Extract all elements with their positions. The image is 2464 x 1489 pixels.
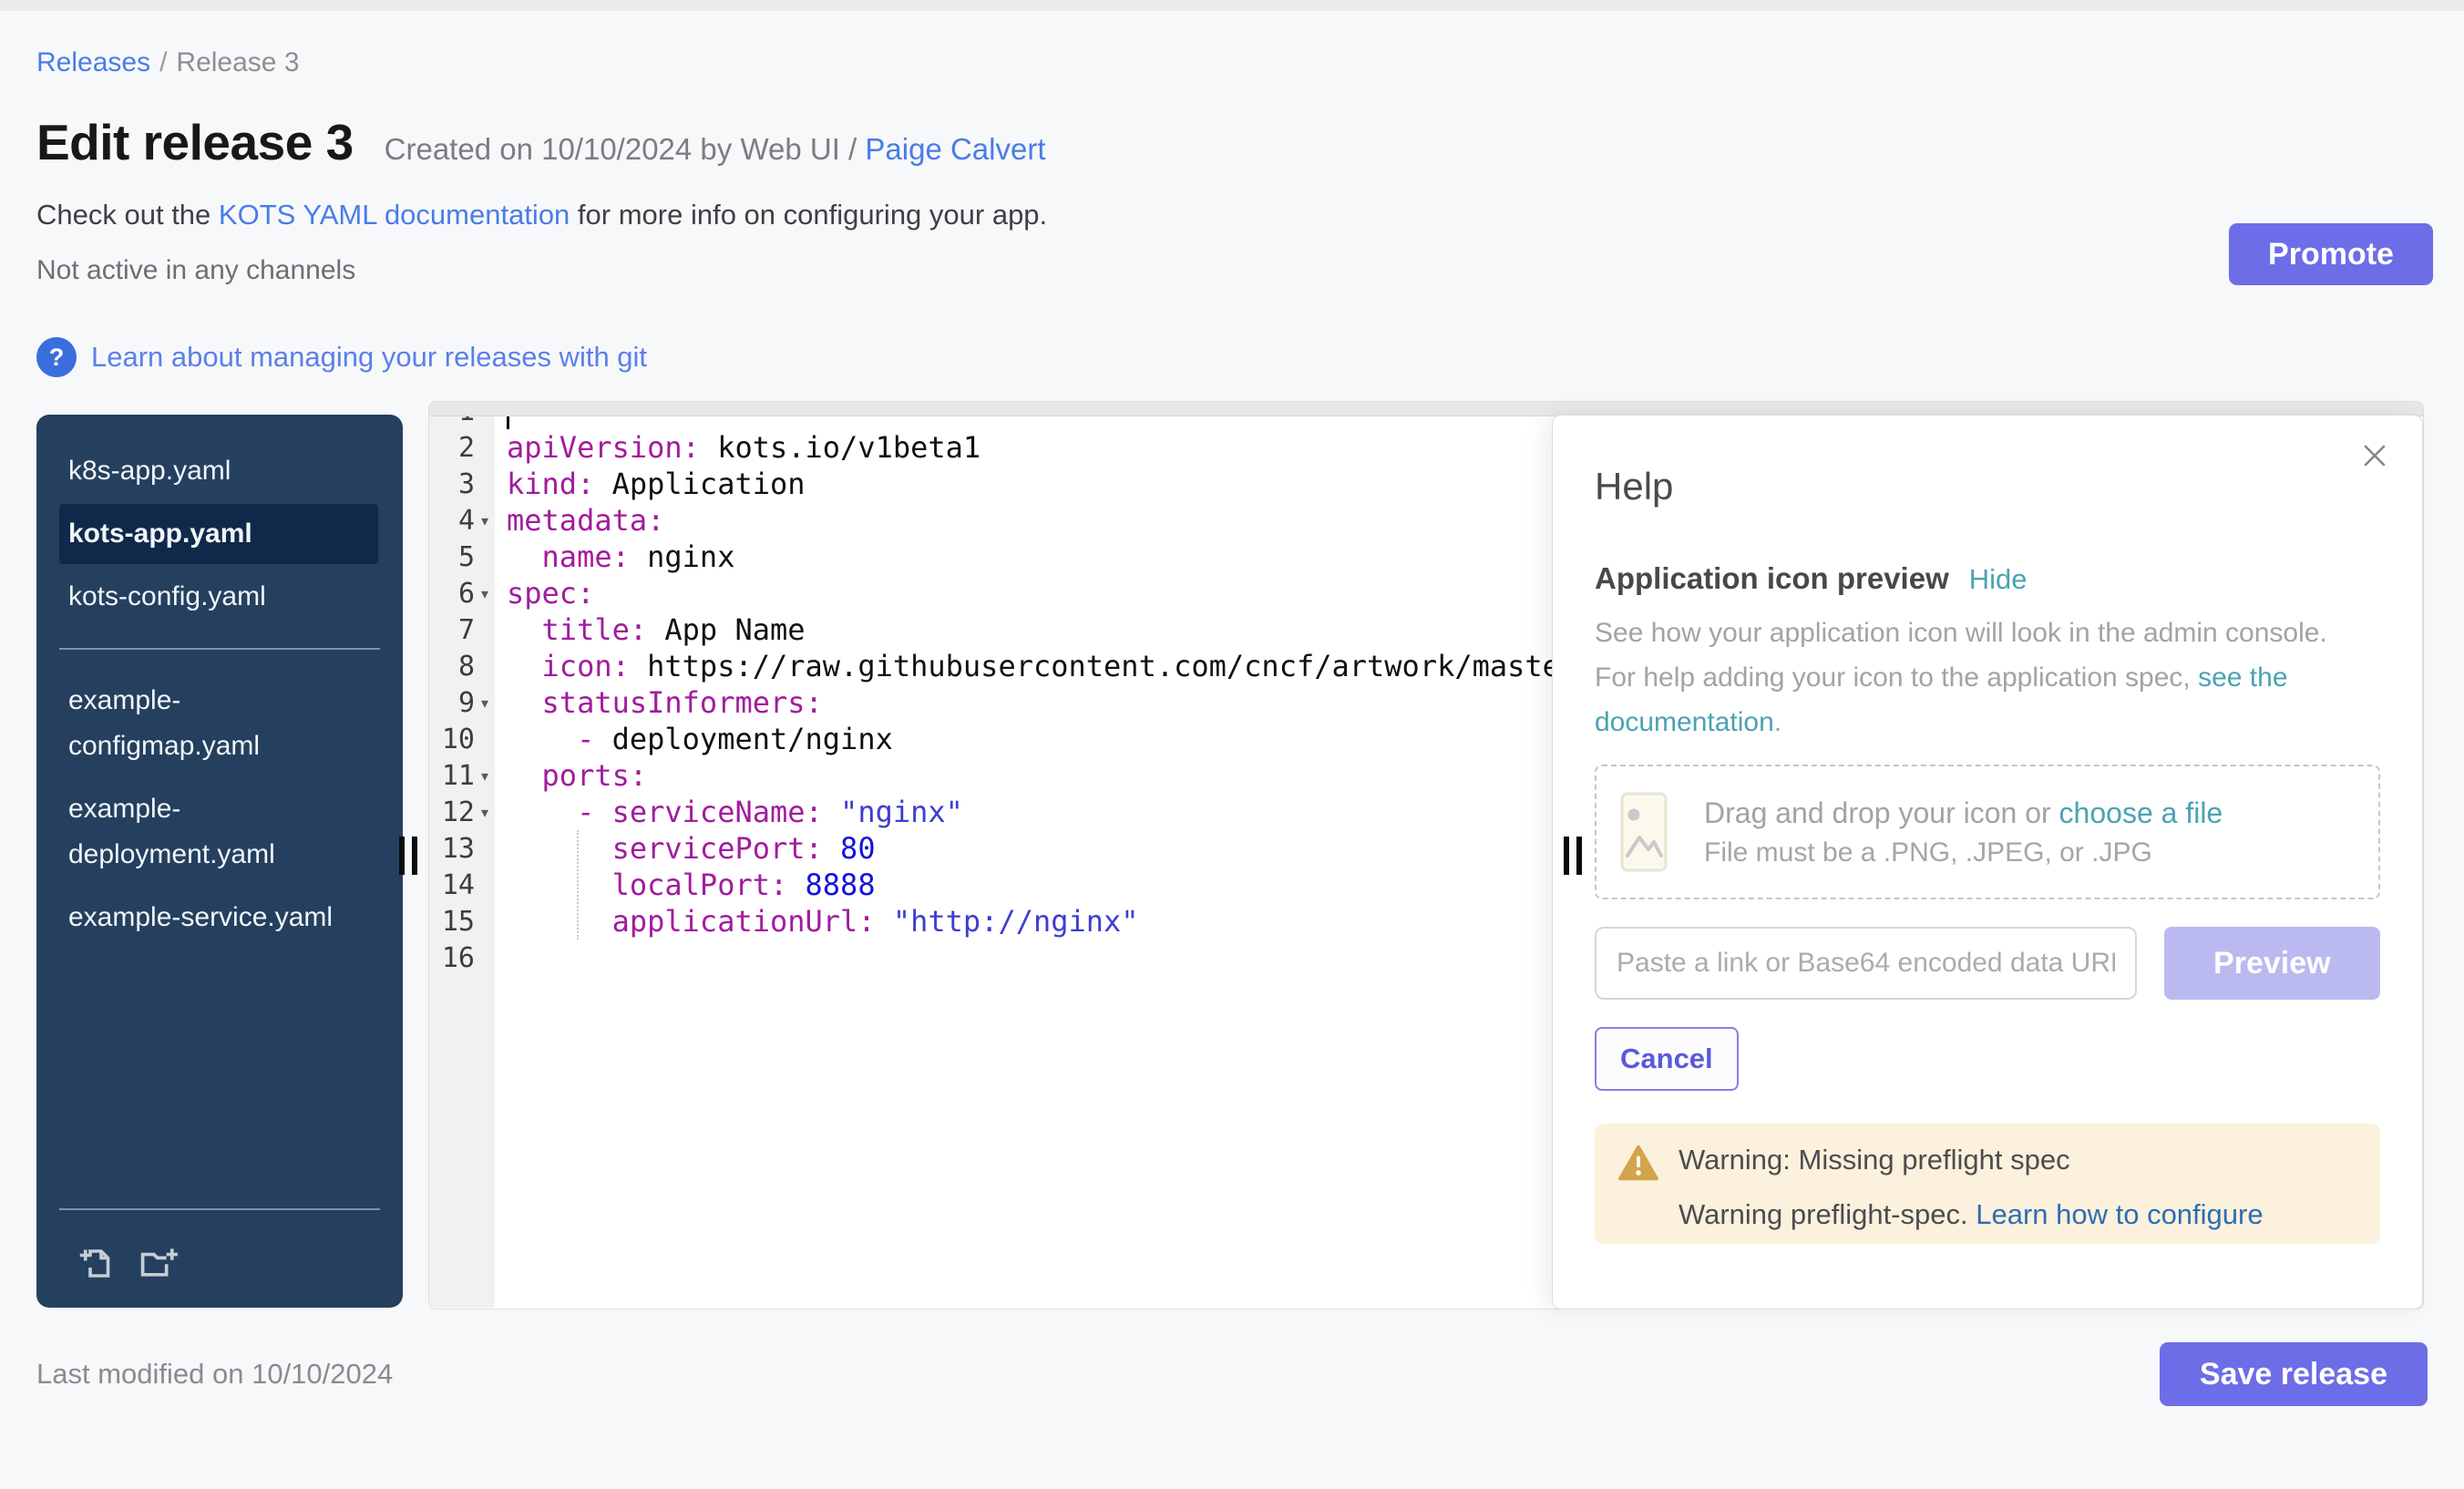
- close-icon: [2358, 439, 2391, 472]
- gutter-line-5: 5: [429, 539, 495, 575]
- sidebar-file-example-configmap.yaml[interactable]: example-configmap.yaml: [59, 671, 378, 776]
- icon-dropzone[interactable]: Drag and drop your icon or choose a file…: [1595, 765, 2380, 899]
- sidebar-file-example-service.yaml[interactable]: example-service.yaml: [59, 888, 378, 948]
- sidebar-divider: [59, 648, 380, 650]
- kots-docs-link[interactable]: KOTS YAML documentation: [219, 199, 570, 231]
- doc-line-prefix: Check out the: [36, 199, 219, 231]
- icon-preview-section-title: Application icon preview: [1595, 561, 1949, 596]
- fold-toggle-icon[interactable]: ▾: [475, 694, 495, 712]
- doc-line: Check out the KOTS YAML documentation fo…: [36, 199, 2428, 231]
- hide-link[interactable]: Hide: [1969, 563, 2028, 596]
- git-learn-link[interactable]: Learn about managing your releases with …: [91, 341, 647, 374]
- gutter-line-1: 1: [429, 416, 495, 429]
- gutter-line-6: 6▾: [429, 575, 495, 611]
- channel-status: Not active in any channels: [36, 255, 2428, 286]
- release-workspace: k8s-app.yamlkots-app.yamlkots-config.yam…: [36, 401, 2428, 1309]
- save-release-button[interactable]: Save release: [2160, 1342, 2428, 1406]
- top-strip: [0, 0, 2464, 11]
- fold-toggle-icon[interactable]: ▾: [475, 585, 495, 602]
- warning-detail-text: Warning preflight-spec.: [1679, 1198, 1976, 1230]
- gutter-line-14: 14: [429, 867, 495, 903]
- fold-toggle-icon[interactable]: ▾: [475, 512, 495, 529]
- gutter-line-13: 13: [429, 830, 495, 867]
- gutter-line-9: 9▾: [429, 684, 495, 721]
- dropzone-text: Drag and drop your icon or: [1704, 796, 2059, 829]
- sidebar-file-k8s-app.yaml[interactable]: k8s-app.yaml: [59, 441, 378, 501]
- question-circle-icon[interactable]: ?: [36, 337, 77, 377]
- warning-detail: Warning preflight-spec. Learn how to con…: [1679, 1198, 2264, 1231]
- choose-file-link[interactable]: choose a file: [2059, 796, 2223, 829]
- gutter-line-16: 16: [429, 940, 495, 976]
- file-list-bottom: example-configmap.yamlexample-deployment…: [36, 668, 403, 950]
- created-label: Created on 10/10/2024 by Web UI /: [385, 132, 857, 166]
- learn-configure-link[interactable]: Learn how to configure: [1976, 1198, 2263, 1230]
- icon-url-input[interactable]: [1595, 927, 2137, 1000]
- gutter-line-8: 8: [429, 648, 495, 684]
- gutter-line-3: 3: [429, 466, 495, 502]
- indent-guide: [577, 830, 579, 940]
- file-sidebar: k8s-app.yamlkots-app.yamlkots-config.yam…: [36, 415, 403, 1308]
- add-file-button[interactable]: [77, 1243, 115, 1284]
- promote-button[interactable]: Promote: [2229, 223, 2433, 285]
- description-period: .: [1774, 707, 1781, 737]
- last-modified-text: Last modified on 10/10/2024: [36, 1358, 393, 1391]
- created-by-link[interactable]: Paige Calvert: [865, 132, 1045, 166]
- add-folder-button[interactable]: [139, 1243, 180, 1284]
- fold-toggle-icon[interactable]: ▾: [475, 767, 495, 785]
- close-button[interactable]: [2355, 436, 2395, 478]
- sidebar-file-kots-config.yaml[interactable]: kots-config.yaml: [59, 567, 378, 627]
- dropzone-filetypes: File must be a .PNG, .JPEG, or .JPG: [1704, 837, 2223, 868]
- warning-title: Warning: Missing preflight spec: [1679, 1144, 2264, 1176]
- help-panel-resize-handle[interactable]: [1564, 837, 1582, 875]
- breadcrumb-releases-link[interactable]: Releases: [36, 47, 150, 77]
- preflight-warning-box: Warning: Missing preflight spec Warning …: [1595, 1124, 2380, 1244]
- gutter-line-7: 7: [429, 611, 495, 648]
- gutter-line-10: 10: [429, 721, 495, 757]
- created-text: Created on 10/10/2024 by Web UI / Paige …: [385, 132, 1046, 167]
- sidebar-bottom-divider: [59, 1208, 380, 1210]
- gutter-line-4: 4▾: [429, 502, 495, 539]
- breadcrumb-separator: /: [159, 47, 167, 77]
- page-title: Edit release 3: [36, 113, 354, 171]
- sidebar-file-kots-app.yaml[interactable]: kots-app.yaml: [59, 504, 378, 564]
- doc-line-suffix: for more info on configuring your app.: [570, 199, 1047, 231]
- breadcrumb: Releases / Release 3: [36, 11, 2428, 78]
- icon-preview-description: See how your application icon will look …: [1595, 611, 2353, 744]
- sidebar-resize-handle[interactable]: [399, 837, 417, 875]
- warning-icon: [1618, 1144, 1658, 1182]
- file-list-top: k8s-app.yamlkots-app.yamlkots-config.yam…: [36, 438, 403, 630]
- preview-button[interactable]: Preview: [2164, 927, 2380, 1000]
- help-panel-title: Help: [1595, 465, 2380, 508]
- breadcrumb-current: Release 3: [176, 47, 299, 77]
- gutter-line-12: 12▾: [429, 794, 495, 830]
- sidebar-file-example-deployment.yaml[interactable]: example-deployment.yaml: [59, 779, 378, 885]
- gutter-line-2: 2: [429, 429, 495, 466]
- add-folder-icon: [139, 1243, 180, 1281]
- add-file-icon: [77, 1243, 115, 1281]
- help-panel: Help Application icon preview Hide See h…: [1552, 415, 2423, 1309]
- image-placeholder-icon: [1620, 792, 1668, 872]
- fold-toggle-icon[interactable]: ▾: [475, 804, 495, 821]
- cancel-button[interactable]: Cancel: [1595, 1027, 1739, 1091]
- text-cursor: [507, 416, 509, 429]
- dropzone-instruction: Drag and drop your icon or choose a file: [1704, 796, 2223, 830]
- gutter-line-11: 11▾: [429, 757, 495, 794]
- gutter-line-15: 15: [429, 903, 495, 940]
